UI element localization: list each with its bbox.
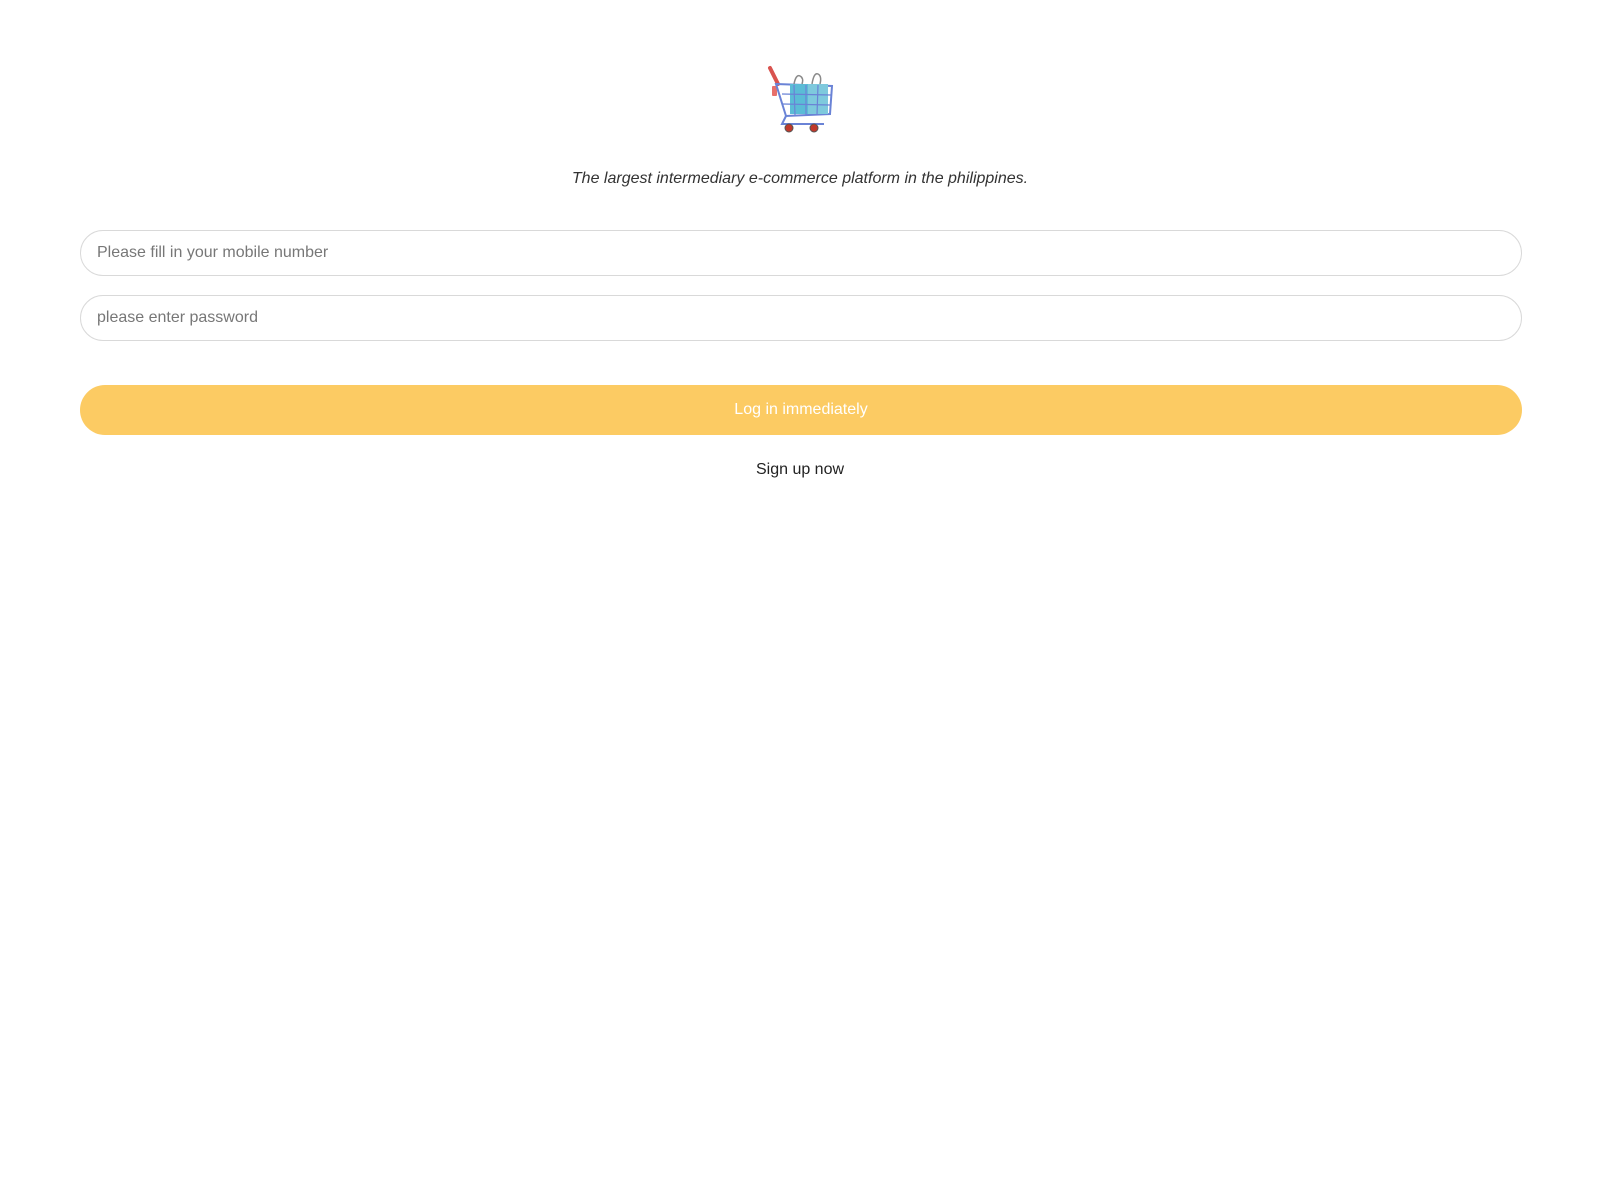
password-input[interactable] [81, 296, 1521, 340]
password-field[interactable] [80, 295, 1522, 341]
signup-link[interactable]: Sign up now [756, 461, 844, 478]
mobile-number-input[interactable] [81, 231, 1521, 275]
shopping-cart-icon [764, 62, 836, 134]
tagline: The largest intermediary e-commerce plat… [571, 170, 1029, 187]
signup-link-wrap: Sign up now [0, 460, 1600, 480]
mobile-number-field[interactable] [80, 230, 1522, 276]
login-button[interactable]: Log in immediately [80, 385, 1522, 435]
login-page: The largest intermediary e-commerce plat… [0, 0, 1600, 1200]
